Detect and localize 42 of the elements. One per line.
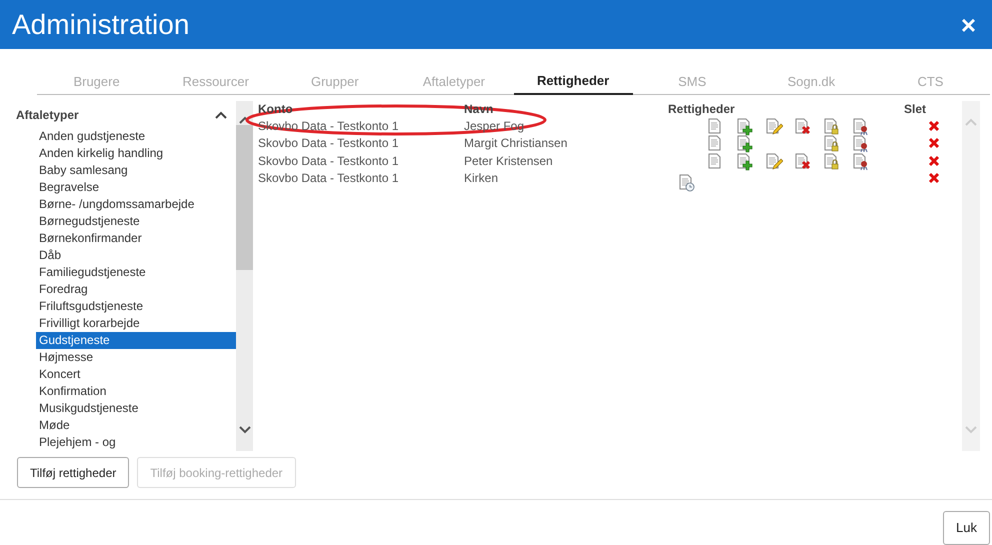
tab[interactable]: Rettigheder <box>514 71 633 94</box>
close-dialog-button[interactable]: Luk <box>943 511 990 545</box>
table-cell-text: Kirken <box>464 170 500 187</box>
table-cell-text: Peter Kristensen <box>464 152 554 170</box>
list-item[interactable]: Koncert <box>36 366 236 382</box>
section-title: Aftaletyper <box>16 106 79 124</box>
table-cell-text: Margit Christiansen <box>464 135 568 152</box>
column-header: Slet <box>904 100 926 118</box>
list-item[interactable]: Anden gudstjeneste <box>36 128 236 144</box>
list-item[interactable]: Konfirmation <box>36 382 236 400</box>
scrollbar[interactable] <box>236 100 253 451</box>
list-item[interactable]: Dåb <box>36 246 236 264</box>
scroll-down-icon[interactable] <box>238 425 252 435</box>
list-item[interactable]: Baby samlesang <box>36 162 236 178</box>
delete-icon[interactable] <box>928 172 940 184</box>
list-item[interactable]: Møde <box>36 416 236 434</box>
collapse-icon[interactable] <box>214 110 228 120</box>
list-item[interactable]: Højmesse <box>36 348 236 366</box>
scrollbar-thumb[interactable] <box>236 124 253 270</box>
table-cell-text: Skovbo Data - Testkonto 1 <box>258 152 400 170</box>
delete-icon[interactable] <box>928 137 940 149</box>
list-item[interactable]: Friluftsgudstjeneste <box>36 298 236 314</box>
list-item[interactable]: Anden kirkelig handling <box>36 144 236 162</box>
action-button[interactable]: Tilføj rettigheder <box>17 457 130 488</box>
column-header: Navn <box>464 100 494 118</box>
column-header: Rettigheder <box>668 100 736 118</box>
close-button[interactable]: × <box>956 12 980 38</box>
list-item[interactable]: Foredrag <box>36 280 236 298</box>
list-item[interactable]: Begravelse <box>36 178 236 196</box>
table-cell-text: Skovbo Data - Testkonto 1 <box>258 170 400 187</box>
delete-icon[interactable] <box>928 120 940 132</box>
table-cell-text: Skovbo Data - Testkonto 1 <box>258 135 400 152</box>
list-item[interactable]: Børnekonfirmander <box>36 230 236 246</box>
list-item[interactable]: Familiegudstjeneste <box>36 264 236 280</box>
list-item[interactable]: Børne- /ungdomssamarbejde <box>36 196 236 212</box>
list-item[interactable]: Musikgudstjeneste <box>36 400 236 416</box>
list-item[interactable]: Frivilligt korarbejde <box>36 314 236 332</box>
list-item[interactable]: Gudstjeneste <box>36 332 236 348</box>
window-title: Administration <box>12 8 190 42</box>
list-item[interactable]: Børnegudstjeneste <box>36 212 236 230</box>
delete-icon[interactable] <box>928 154 940 166</box>
list-item[interactable]: Plejehjem - og <box>36 434 236 450</box>
